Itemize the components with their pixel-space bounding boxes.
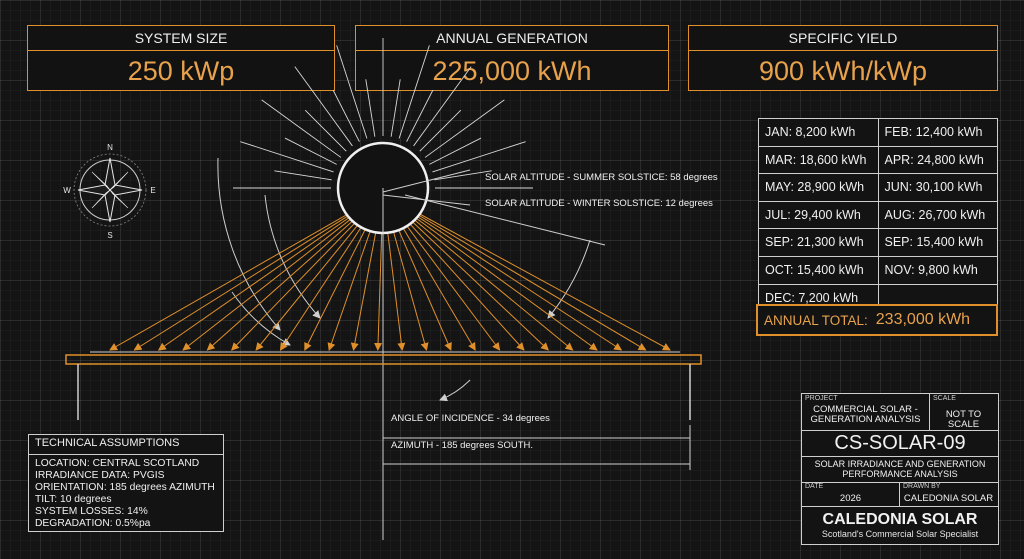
sun-ray (424, 99, 505, 158)
date-value: 2026 (839, 493, 862, 504)
sun-ray (294, 66, 353, 147)
altitude-arc (217, 157, 281, 331)
title-block-company: CALEDONIA SOLAR Scotland's Commercial So… (802, 506, 998, 544)
table-row: JUL: 29,400 kWh AUG: 26,700 kWh (759, 201, 998, 230)
title-block-date-row: DATE 2026 DRAWN BY CALEDONIA SOLAR (802, 482, 998, 507)
month-cell: MAY: 28,900 kWh (765, 180, 865, 195)
sun-ray (304, 109, 347, 152)
drawing-subtitle: PERFORMANCE ANALYSIS (842, 469, 958, 479)
sun-ray (261, 99, 342, 158)
winter-altitude-label: SOLAR ALTITUDE - WINTER SOLSTICE: 12 deg… (485, 198, 713, 209)
title-block-project-row: PROJECT COMMERCIAL SOLAR - GENERATION AN… (802, 394, 998, 431)
company-tagline: Scotland's Commercial Solar Specialist (821, 529, 979, 539)
technical-assumptions-list: LOCATION: CENTRAL SCOTLAND IRRADIANCE DA… (29, 455, 223, 530)
sun-ray (365, 79, 376, 137)
sun-ray (406, 89, 434, 142)
irradiance-ray (382, 193, 671, 351)
project-line: GENERATION ANALYSIS (810, 414, 921, 425)
month-cell: OCT: 15,400 kWh (765, 262, 864, 277)
compass-rose-icon: N S E W (63, 143, 155, 240)
assumption-line: SYSTEM LOSSES: 14% (35, 506, 148, 517)
technical-assumptions-title: TECHNICAL ASSUMPTIONS (29, 435, 223, 455)
month-cell: SEP: 15,400 kWh (877, 229, 998, 256)
month-cell: SEP: 21,300 kWh (765, 235, 864, 250)
compass-n: N (107, 143, 113, 152)
assumption-line: IRRADIANCE DATA: PVGIS (35, 470, 165, 481)
project-caption: PROJECT (805, 395, 838, 402)
sun-ray (413, 66, 472, 147)
sun-ray (429, 137, 482, 165)
irradiance-ray (382, 193, 647, 351)
date-caption: DATE (805, 483, 824, 490)
month-cell: JUN: 30,100 kWh (877, 174, 998, 201)
drawing-subtitle: SOLAR IRRADIANCE AND GENERATION (814, 459, 986, 469)
scale-caption: SCALE (933, 395, 956, 402)
month-cell: APR: 24,800 kWh (877, 146, 998, 174)
table-row: MAR: 18,600 kWh APR: 24,800 kWh (759, 146, 998, 175)
sun-ray (284, 137, 337, 165)
sun-ray (240, 141, 334, 173)
month-cell: NOV: 9,800 kWh (877, 256, 998, 284)
company-name: CALEDONIA SOLAR (822, 511, 978, 528)
azimuth-label: AZIMUTH - 185 degrees SOUTH. (391, 440, 534, 451)
incidence-arc (439, 379, 471, 402)
table-row: JAN: 8,200 kWh FEB: 12,400 kWh (759, 119, 997, 147)
table-row: OCT: 15,400 kWh NOV: 9,800 kWh (759, 256, 998, 285)
title-block-number-row: CS-SOLAR-09 (802, 430, 998, 457)
assumption-line: DEGRADATION: 0.5%pa (35, 518, 151, 529)
sun-ray (336, 45, 368, 139)
incidence-label: ANGLE OF INCIDENCE - 34 degrees (391, 413, 550, 424)
annual-total-box: ANNUAL TOTAL: 233,000 kWh (756, 304, 998, 336)
summer-altitude-label: SOLAR ALTITUDE - SUMMER SOLSTICE: 58 deg… (485, 172, 718, 183)
title-block-subtitle-row: SOLAR IRRADIANCE AND GENERATION PERFORMA… (802, 456, 998, 483)
scale-value: NOT TO SCALE (945, 409, 982, 430)
drawing-title-block: PROJECT COMMERCIAL SOLAR - GENERATION AN… (801, 393, 999, 545)
sun-ray (274, 170, 332, 181)
assumption-line: LOCATION: CENTRAL SCOTLAND (35, 458, 200, 469)
table-row: MAY: 28,900 kWh JUN: 30,100 kWh (759, 174, 997, 202)
compass-e: E (150, 186, 155, 195)
compass-w: W (63, 186, 71, 195)
month-cell: JUL: 29,400 kWh (765, 207, 861, 222)
month-cell: JAN: 8,200 kWh (765, 125, 856, 139)
drawn-caption: DRAWN BY (903, 483, 941, 490)
assumption-line: ORIENTATION: 185 degrees AZIMUTH (35, 482, 215, 493)
sun-ray (398, 45, 430, 139)
sun-ray (390, 79, 401, 137)
month-cell: MAR: 18,600 kWh (765, 152, 867, 167)
irradiance-ray (133, 193, 384, 351)
monthly-generation-table: JAN: 8,200 kWh FEB: 12,400 kWh MAR: 18,6… (758, 118, 998, 313)
drawn-value: CALEDONIA SOLAR (903, 493, 994, 504)
month-cell: FEB: 12,400 kWh (877, 119, 998, 146)
annual-total-label: ANNUAL TOTAL: (764, 312, 868, 328)
sun-ray (432, 141, 526, 173)
compass-s: S (107, 231, 112, 240)
sun-ray (419, 109, 462, 152)
drawing-number: CS-SOLAR-09 (834, 432, 966, 454)
assumption-line: TILT: 10 degrees (35, 494, 112, 505)
sun-ray (332, 89, 360, 142)
irradiance-ray (109, 193, 384, 351)
month-cell: AUG: 26,700 kWh (877, 201, 998, 229)
table-row: SEP: 21,300 kWh SEP: 15,400 kWh (759, 229, 997, 257)
annual-total-value: 233,000 kWh (875, 311, 971, 328)
technical-assumptions-box: TECHNICAL ASSUMPTIONS LOCATION: CENTRAL … (28, 434, 224, 532)
